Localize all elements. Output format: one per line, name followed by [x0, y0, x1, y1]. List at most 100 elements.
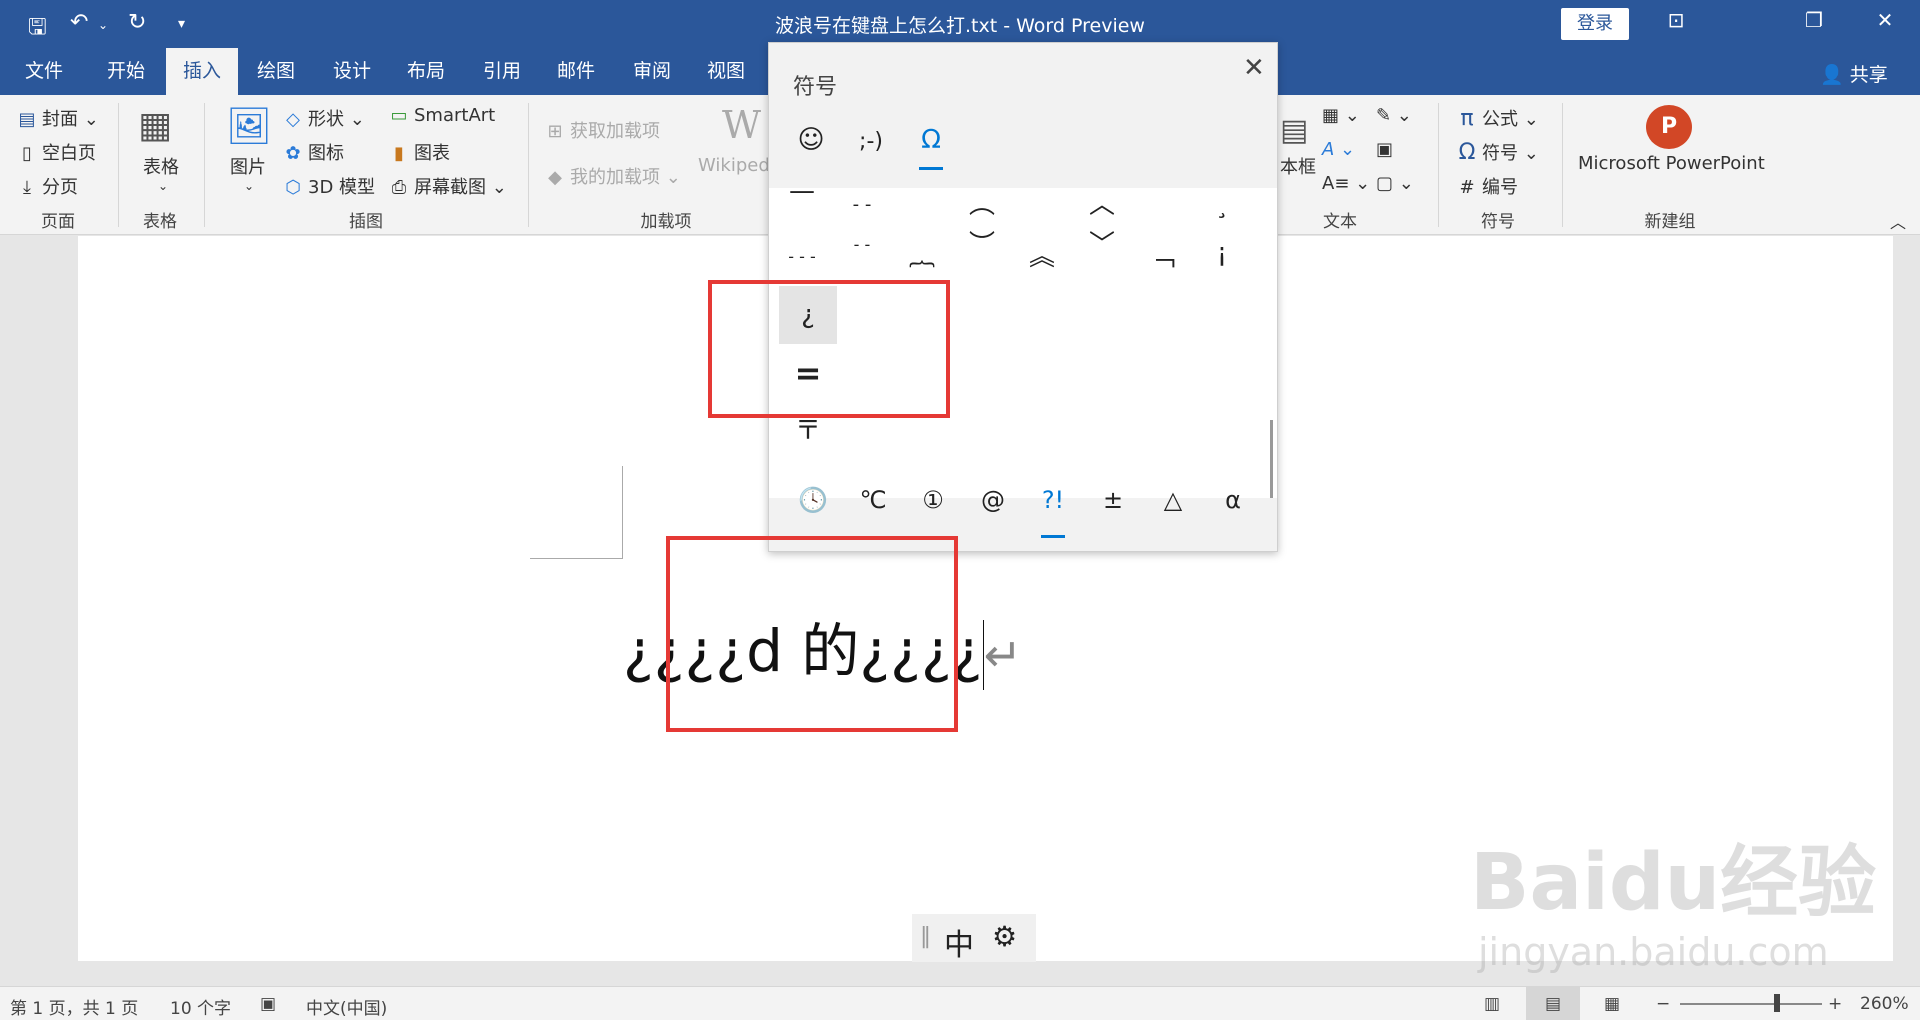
status-bar: 第 1 页，共 1 页 10 个字 ▣ 中文(中国) ▥ ▤ ▦ − + 260… — [0, 986, 1920, 1020]
smartart-button[interactable]: ▭ SmartArt — [388, 105, 495, 126]
symbol-cell[interactable]: ¡ — [1193, 224, 1251, 282]
newgroup-label: 新建组 — [1644, 212, 1696, 232]
textbox-icon[interactable]: ▤ — [1280, 113, 1308, 148]
table-group-label: 表格 — [143, 212, 177, 232]
ribbon-display-icon[interactable]: ⊡ — [1656, 8, 1696, 32]
restore-icon[interactable]: ❐ — [1794, 8, 1834, 32]
textbox-label[interactable]: 本框 — [1280, 153, 1316, 179]
symbol-cell[interactable]: - - - — [773, 228, 831, 286]
symbol-cell[interactable]: ﹂ — [1133, 188, 1191, 220]
wikipedia-icon[interactable]: W — [722, 103, 761, 147]
symbol-grid-scrollbar[interactable] — [1270, 420, 1273, 498]
zoom-in-button[interactable]: + — [1828, 994, 1842, 1014]
tab-draw[interactable]: 绘图 — [246, 48, 306, 95]
tab-file[interactable]: 文件 — [14, 48, 74, 95]
picture-dropdown-icon[interactable]: ⌄ — [244, 179, 254, 193]
category-greek[interactable]: α — [1211, 486, 1255, 514]
table-label[interactable]: 表格 — [143, 153, 179, 179]
zoom-level[interactable]: 260% — [1860, 994, 1909, 1014]
window-title: 波浪号在键盘上怎么打.txt - Word Preview — [775, 15, 1145, 37]
proofing-icon[interactable]: ▣ — [260, 994, 276, 1014]
zoom-out-button[interactable]: − — [1656, 994, 1670, 1014]
zoom-slider-thumb[interactable] — [1774, 994, 1780, 1012]
powerpoint-label[interactable]: Microsoft PowerPoint — [1578, 153, 1765, 174]
tab-home[interactable]: 开始 — [96, 48, 156, 95]
powerpoint-icon[interactable]: P — [1646, 105, 1692, 149]
object-icon[interactable]: ▢ ⌄ — [1376, 173, 1414, 194]
category-punctuation[interactable]: ?! — [1031, 486, 1075, 514]
collapse-ribbon-icon[interactable]: ︿ — [1890, 209, 1906, 233]
cover-page-button[interactable]: ▤ 封面 ⌄ — [16, 105, 98, 131]
web-layout-icon[interactable]: ▦ — [1604, 994, 1620, 1014]
quick-parts-icon[interactable]: ▦ ⌄ — [1322, 105, 1360, 126]
login-button[interactable]: 登录 — [1561, 8, 1629, 40]
get-addins-button[interactable]: ⊞ 获取加载项 — [544, 117, 660, 143]
picture-label[interactable]: 图片 — [230, 153, 266, 179]
symbol-button[interactable]: Ω 符号 ⌄ — [1456, 139, 1539, 165]
close-icon[interactable]: ✕ — [1865, 8, 1905, 32]
tab-insert[interactable]: 插入 — [166, 48, 238, 95]
ribbon-separator — [1438, 103, 1439, 227]
picture-icon[interactable]: 🖼 — [226, 105, 272, 147]
tab-view[interactable]: 视图 — [696, 48, 756, 95]
category-recent[interactable]: 🕓 — [791, 486, 835, 514]
print-layout-icon[interactable]: ▤ — [1526, 987, 1580, 1020]
page-break-button[interactable]: ⤓ 分页 — [16, 173, 78, 199]
symbol-panel-title: 符号 — [793, 75, 838, 100]
symbol-cell[interactable]: ︽ — [1013, 228, 1071, 286]
wikipedia-label[interactable]: Wikiped — [698, 155, 770, 176]
number-button[interactable]: # 编号 — [1456, 173, 1518, 199]
shapes-button[interactable]: ◇ 形状 ⌄ — [282, 105, 365, 131]
tab-layout[interactable]: 布局 — [396, 48, 456, 95]
3d-model-button[interactable]: ⬡ 3D 模型 — [282, 173, 375, 199]
share-button[interactable]: 👤 共享 — [1820, 60, 1888, 87]
category-math[interactable]: ± — [1091, 486, 1135, 514]
zoom-slider[interactable] — [1680, 1003, 1822, 1005]
tab-mailings[interactable]: 邮件 — [546, 48, 606, 95]
symbol-cell[interactable]: ︸ — [1013, 188, 1071, 220]
date-time-icon[interactable]: ▣ — [1376, 139, 1393, 160]
my-addins-button[interactable]: ◆ 我的加载项 ⌄ — [544, 163, 681, 189]
tab-kaomoji[interactable]: ;-) — [849, 129, 893, 154]
tab-emoji[interactable]: ☺ — [789, 125, 833, 155]
word-count[interactable]: 10 个字 — [170, 994, 231, 1019]
category-units[interactable]: ℃ — [851, 486, 895, 514]
table-dropdown-icon[interactable]: ⌄ — [158, 179, 168, 193]
blank-page-button[interactable]: ▯ 空白页 — [16, 139, 96, 165]
omega-icon: Ω — [1458, 140, 1476, 165]
tab-design[interactable]: 设计 — [322, 48, 382, 95]
tab-references[interactable]: 引用 — [472, 48, 532, 95]
close-icon[interactable]: ✕ — [1243, 53, 1265, 83]
paragraph-mark: ↵ — [983, 628, 1023, 682]
signature-line-icon[interactable]: ✎ ⌄ — [1376, 105, 1412, 126]
category-enclosed[interactable]: ① — [911, 486, 955, 514]
symbol-cell[interactable]: - - — [833, 216, 891, 274]
gear-icon[interactable]: ⚙ — [992, 920, 1017, 953]
category-geometric[interactable]: △ — [1151, 486, 1195, 514]
page-count[interactable]: 第 1 页，共 1 页 — [10, 994, 138, 1019]
symbol-cell[interactable]: ︶ — [893, 188, 951, 220]
symbol-cell[interactable]: ﹀ — [1073, 216, 1131, 274]
symbol-cell[interactable]: ︶ — [953, 216, 1011, 274]
icons-button[interactable]: ✿ 图标 — [282, 139, 344, 165]
symbols-group-label: 符号 — [1481, 212, 1515, 232]
tab-symbols[interactable]: Ω — [909, 125, 953, 155]
tab-review[interactable]: 审阅 — [622, 48, 682, 95]
symbol-cell[interactable]: ︷ — [893, 228, 951, 286]
symbol-cell[interactable]: ﹁ — [1133, 228, 1191, 286]
screenshot-button[interactable]: ⎙ 屏幕截图 ⌄ — [388, 173, 507, 199]
icons-icon: ✿ — [285, 143, 301, 164]
equation-button[interactable]: π 公式 ⌄ — [1456, 105, 1538, 131]
chart-button[interactable]: ▮ 图表 — [388, 139, 450, 165]
wordart-icon[interactable]: A ⌄ — [1322, 139, 1355, 160]
read-mode-icon[interactable]: ▥ — [1484, 994, 1500, 1014]
dropcap-icon[interactable]: A≡ ⌄ — [1322, 173, 1370, 194]
page-break-icon: ⤓ — [23, 177, 31, 198]
drag-handle-icon[interactable]: ‖ — [920, 924, 931, 949]
active-tab-indicator — [919, 167, 943, 170]
ime-mode-toggle[interactable]: 中 — [944, 920, 974, 964]
category-at[interactable]: @ — [971, 486, 1015, 514]
table-icon[interactable]: ▦ — [138, 105, 172, 146]
symbol-cell[interactable]: — — [773, 188, 831, 220]
language[interactable]: 中文(中国) — [306, 994, 387, 1019]
